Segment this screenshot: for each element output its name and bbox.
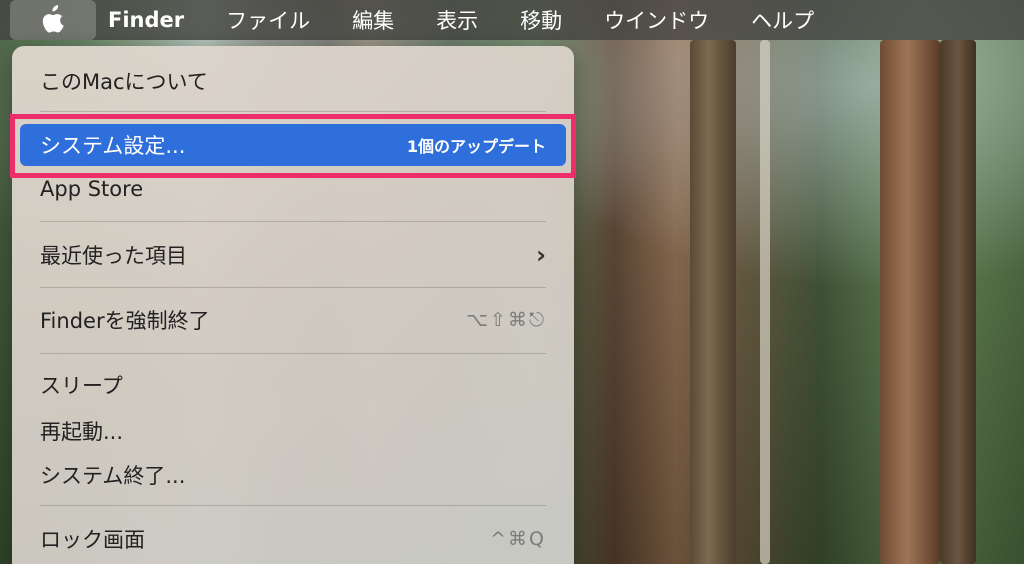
menu-item-label: App Store [40, 177, 144, 201]
menu-file[interactable]: ファイル [205, 5, 331, 35]
menu-item-label: ロック画面 [40, 528, 145, 552]
menu-item-app-store[interactable]: App Store [20, 168, 566, 210]
menu-item-label: システム設定... [40, 134, 186, 158]
menu-view[interactable]: 表示 [415, 5, 499, 35]
update-badge: 1個のアップデート [406, 137, 546, 156]
menu-item-label: このMacについて [40, 70, 208, 94]
menu-item-label: 最近使った項目 [40, 244, 187, 268]
menu-item-restart[interactable]: 再起動... [20, 410, 566, 452]
tree-trunk [880, 40, 940, 564]
menu-bar: Finder ファイル 編集 表示 移動 ウインドウ ヘルプ [0, 0, 1024, 40]
menu-separator [40, 287, 546, 288]
menu-item-label: Finderを強制終了 [40, 309, 210, 333]
menu-edit[interactable]: 編集 [331, 5, 415, 35]
keyboard-shortcut: ^⌘Q [490, 528, 546, 550]
tree-trunk [760, 40, 770, 564]
menu-item-about-this-mac[interactable]: このMacについて [20, 60, 566, 102]
chevron-right-icon: › [536, 241, 546, 269]
menu-help[interactable]: ヘルプ [730, 5, 835, 35]
menu-item-system-settings[interactable]: システム設定... 1個のアップデート [20, 124, 566, 166]
menu-go[interactable]: 移動 [499, 5, 583, 35]
menu-separator [40, 353, 546, 354]
menu-item-lock-screen[interactable]: ロック画面 ^⌘Q [20, 518, 566, 560]
menu-item-label: 再起動... [40, 420, 124, 444]
app-menu-finder[interactable]: Finder [96, 8, 205, 32]
apple-icon [42, 5, 64, 33]
menu-item-recent-items[interactable]: 最近使った項目 › [20, 234, 566, 276]
tree-trunk [690, 40, 736, 564]
menu-item-force-quit-finder[interactable]: Finderを強制終了 ⌥⇧⌘⎋ [20, 299, 566, 341]
desktop: Finder ファイル 編集 表示 移動 ウインドウ ヘルプ このMacについて… [0, 0, 1024, 564]
menu-separator [40, 111, 546, 112]
menu-separator [40, 505, 546, 506]
menu-window[interactable]: ウインドウ [583, 5, 730, 35]
tree-trunk [940, 40, 976, 564]
menu-item-sleep[interactable]: スリープ [20, 364, 566, 406]
keyboard-shortcut: ⌥⇧⌘⎋ [466, 309, 546, 331]
menu-item-label: システム終了... [40, 464, 186, 488]
apple-menu-dropdown: このMacについて システム設定... 1個のアップデート App Store … [12, 46, 574, 564]
menu-separator [40, 221, 546, 222]
menu-item-label: スリープ [40, 374, 123, 398]
apple-menu-button[interactable] [10, 0, 96, 40]
menu-item-shut-down[interactable]: システム終了... [20, 454, 566, 496]
